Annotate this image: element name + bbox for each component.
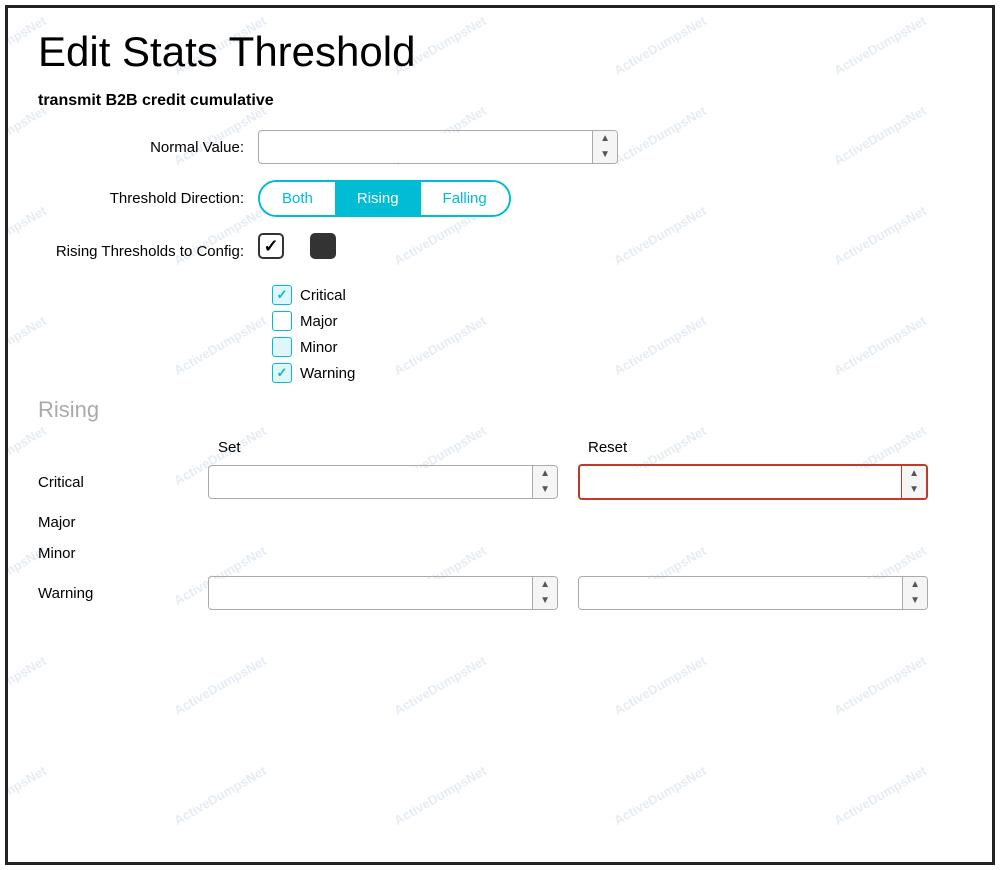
- warning-set-up-icon[interactable]: ▲: [533, 577, 557, 593]
- rising-thresholds-label: Rising Thresholds to Config:: [38, 243, 258, 260]
- normal-value-input-group: 300 ▲ ▼: [258, 130, 618, 164]
- wm: ActiveDumpsNet: [171, 653, 269, 718]
- critical-reset-input-group: ▲ ▼: [578, 464, 928, 500]
- normal-value-down-icon[interactable]: ▼: [593, 147, 617, 163]
- page-title: Edit Stats Threshold: [38, 28, 962, 76]
- checkbox-check[interactable]: [258, 233, 284, 259]
- warning-set-spinner[interactable]: ▲ ▼: [532, 577, 557, 609]
- direction-rising-button[interactable]: Rising: [335, 182, 421, 215]
- checkbox-critical-item: Critical: [272, 285, 962, 305]
- normal-value-up-icon[interactable]: ▲: [593, 131, 617, 147]
- checkbox-critical-label: Critical: [300, 287, 346, 304]
- col-set-header: Set: [208, 439, 578, 456]
- checkbox-minor[interactable]: [272, 337, 292, 357]
- wm: ActiveDumpsNet: [611, 763, 709, 828]
- critical-reset-input[interactable]: [580, 468, 901, 497]
- warning-reset-input[interactable]: 300: [579, 579, 902, 608]
- critical-set-spinner[interactable]: ▲ ▼: [532, 466, 557, 498]
- warning-set-input-group: 400 ▲ ▼: [208, 576, 558, 610]
- checkbox-major-item: Major: [272, 311, 962, 331]
- row-label-warning: Warning: [38, 585, 208, 602]
- wm: ActiveDumpsNet: [171, 763, 269, 828]
- warning-reset-up-icon[interactable]: ▲: [903, 577, 927, 593]
- warning-reset-spinner[interactable]: ▲ ▼: [902, 577, 927, 609]
- col-reset-header: Reset: [578, 439, 948, 456]
- table-row-minor: Minor: [38, 545, 962, 562]
- wm: ActiveDumpsNet: [8, 653, 49, 718]
- wm: ActiveDumpsNet: [831, 763, 929, 828]
- checkbox-major-label: Major: [300, 313, 338, 330]
- checkbox-check-item[interactable]: [258, 233, 290, 259]
- critical-reset-up-icon[interactable]: ▲: [902, 466, 926, 482]
- rising-thresholds-checkboxes: [258, 233, 362, 259]
- warning-set-input[interactable]: 400: [209, 579, 532, 608]
- critical-set-down-icon[interactable]: ▼: [533, 482, 557, 498]
- checkbox-warning-label: Warning: [300, 365, 355, 382]
- threshold-direction-label: Threshold Direction:: [38, 190, 258, 207]
- warning-set-down-icon[interactable]: ▼: [533, 593, 557, 609]
- checkbox-critical[interactable]: [272, 285, 292, 305]
- normal-value-spinner[interactable]: ▲ ▼: [592, 131, 617, 163]
- direction-toggle-group: Both Rising Falling: [258, 180, 511, 217]
- threshold-direction-row: Threshold Direction: Both Rising Falling: [38, 180, 962, 217]
- checkbox-warning[interactable]: [272, 363, 292, 383]
- checkbox-warning-item: Warning: [272, 363, 962, 383]
- content-area: Edit Stats Threshold transmit B2B credit…: [38, 28, 962, 610]
- wm: ActiveDumpsNet: [611, 653, 709, 718]
- warning-reset-down-icon[interactable]: ▼: [903, 593, 927, 609]
- wm: ActiveDumpsNet: [8, 763, 49, 828]
- wm: ActiveDumpsNet: [831, 653, 929, 718]
- wm: ActiveDumpsNet: [391, 653, 489, 718]
- critical-set-input-group: 500 ▲ ▼: [208, 465, 558, 499]
- page-subtitle: transmit B2B credit cumulative: [38, 92, 962, 110]
- normal-value-label: Normal Value:: [38, 139, 258, 156]
- normal-value-row: Normal Value: 300 ▲ ▼: [38, 130, 962, 164]
- severity-checkbox-list: Critical Major Minor Warning: [272, 285, 962, 383]
- checkbox-minor-item: Minor: [272, 337, 962, 357]
- rising-thresholds-row: Rising Thresholds to Config:: [38, 233, 962, 269]
- critical-reset-down-icon[interactable]: ▼: [902, 482, 926, 498]
- table-header: Set Reset: [208, 439, 962, 456]
- table-row-major: Major: [38, 514, 962, 531]
- table-row-warning: Warning 400 ▲ ▼ 300 ▲ ▼: [38, 576, 962, 610]
- main-container: ActiveDumpsNet ActiveDumpsNet ActiveDump…: [5, 5, 995, 865]
- normal-value-input[interactable]: 300: [259, 133, 592, 162]
- direction-falling-button[interactable]: Falling: [421, 182, 509, 215]
- checkbox-major[interactable]: [272, 311, 292, 331]
- warning-reset-input-group: 300 ▲ ▼: [578, 576, 928, 610]
- wm: ActiveDumpsNet: [391, 763, 489, 828]
- checkbox-minor-label: Minor: [300, 339, 338, 356]
- row-label-minor: Minor: [38, 545, 208, 562]
- checkbox-filled[interactable]: [310, 233, 336, 259]
- table-row-critical: Critical 500 ▲ ▼ ▲ ▼: [38, 464, 962, 500]
- row-label-critical: Critical: [38, 474, 208, 491]
- section-title-rising: Rising: [38, 397, 962, 423]
- direction-both-button[interactable]: Both: [260, 182, 335, 215]
- row-label-major: Major: [38, 514, 208, 531]
- critical-set-input[interactable]: 500: [209, 468, 532, 497]
- critical-set-up-icon[interactable]: ▲: [533, 466, 557, 482]
- checkbox-filled-item[interactable]: [310, 233, 342, 259]
- critical-reset-spinner[interactable]: ▲ ▼: [901, 466, 926, 498]
